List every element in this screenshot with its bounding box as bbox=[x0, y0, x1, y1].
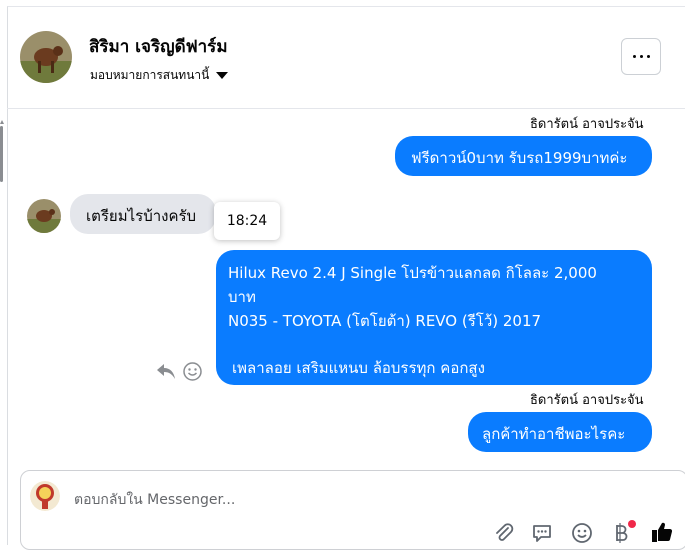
like-icon[interactable] bbox=[650, 520, 673, 542]
sender-name: ธิดารัตน์ อาจประจัน bbox=[530, 393, 644, 408]
outgoing-message-product[interactable]: Hilux Revo 2.4 J Single โปรข้าวแลกลด กิโ… bbox=[216, 250, 652, 385]
scroll-up-arrow[interactable] bbox=[0, 120, 4, 124]
contact-name[interactable]: สิริมา เจริญดีฟาร์ม bbox=[89, 33, 228, 60]
notification-dot bbox=[628, 520, 636, 528]
outgoing-message[interactable]: ลูกค้าทำอาชีพอะไรคะ bbox=[468, 412, 652, 452]
attachment-icon[interactable] bbox=[493, 522, 515, 544]
sender-name: ธิดารัตน์ อาจประจัน bbox=[530, 117, 644, 132]
message-timestamp-tooltip: 18:24 bbox=[214, 202, 280, 240]
message-input[interactable]: ตอบกลับใน Messenger... bbox=[74, 489, 235, 511]
contact-avatar-small[interactable] bbox=[27, 199, 61, 233]
saved-reply-icon[interactable] bbox=[531, 522, 553, 544]
more-icon bbox=[631, 55, 652, 58]
product-features: เพลาลอย เสริมแหนบ ล้อบรรทุก คอกสูง bbox=[232, 359, 485, 377]
product-title-cont: บาท bbox=[228, 288, 256, 306]
more-options-button[interactable] bbox=[621, 38, 661, 75]
product-title: Hilux Revo 2.4 J Single โปรข้าวแลกลด กิโ… bbox=[228, 264, 597, 282]
page-avatar bbox=[30, 481, 60, 511]
incoming-message[interactable]: เตรียมไรบ้างครับ bbox=[70, 194, 216, 234]
outgoing-message[interactable]: ฟรีดาวน์0บาท รับรถ1999บาทค่ะ bbox=[395, 136, 652, 176]
scrollbar-thumb[interactable] bbox=[0, 126, 3, 182]
assign-conversation-label: มอบหมายการสนทนานี้ bbox=[90, 68, 210, 82]
contact-avatar[interactable] bbox=[20, 31, 72, 83]
reply-icon[interactable] bbox=[156, 362, 176, 384]
product-code: N035 - TOYOTA (โตโยต้า) REVO (รีโว้) 201… bbox=[228, 312, 542, 330]
conversation-header: สิริมา เจริญดีฟาร์ม มอบหมายการสนทนานี้ bbox=[7, 6, 685, 109]
emoji-icon[interactable] bbox=[571, 522, 593, 544]
caret-down-icon bbox=[216, 72, 229, 79]
assign-conversation-link[interactable]: มอบหมายการสนทนานี้ bbox=[90, 66, 229, 85]
emoji-react-icon[interactable] bbox=[183, 362, 202, 385]
